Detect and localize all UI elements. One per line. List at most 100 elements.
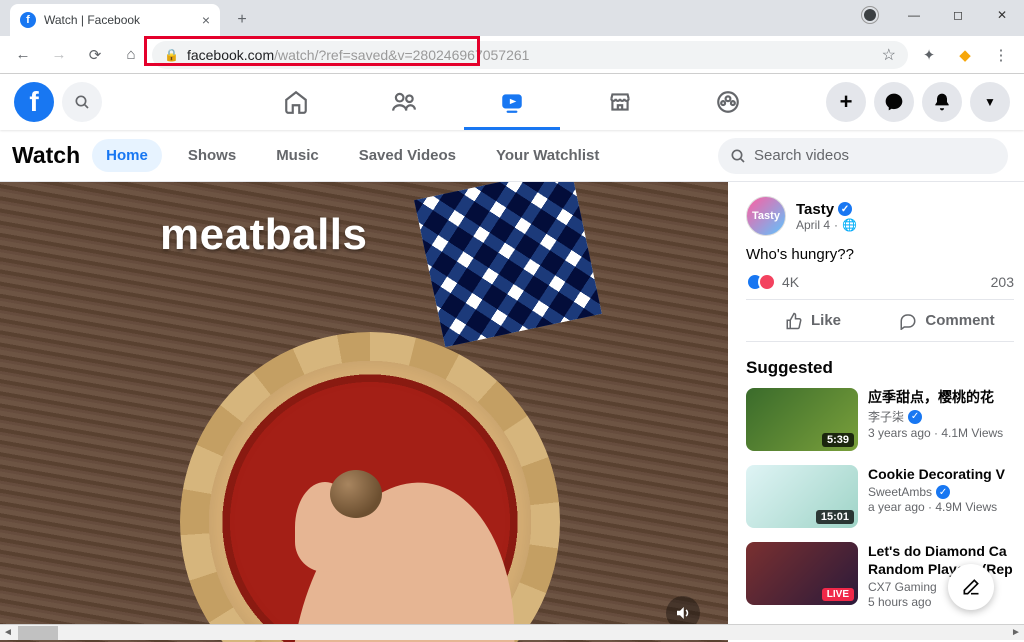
video-player[interactable]: meatballs bbox=[0, 182, 728, 642]
messenger-button[interactable] bbox=[874, 82, 914, 122]
tab-saved-videos[interactable]: Saved Videos bbox=[345, 139, 470, 172]
scroll-right-arrow-icon[interactable]: ► bbox=[1008, 627, 1024, 638]
search-placeholder: Search videos bbox=[754, 147, 849, 164]
suggested-thumbnail: 5:39 bbox=[746, 388, 858, 451]
tab-music[interactable]: Music bbox=[262, 139, 333, 172]
watch-icon bbox=[499, 89, 525, 115]
facebook-logo-icon[interactable]: f bbox=[14, 82, 54, 122]
tab-shows[interactable]: Shows bbox=[174, 139, 250, 172]
post-header: Tasty Tasty ✓ April 4· 🌐 bbox=[746, 196, 1024, 236]
home-button[interactable]: ⌂ bbox=[116, 40, 146, 70]
chrome-menu-icon[interactable]: ⋮ bbox=[986, 40, 1016, 70]
reactions-row[interactable]: 4K 203 bbox=[746, 273, 1014, 300]
bell-icon bbox=[932, 92, 952, 112]
star-bookmark-icon[interactable]: ☆ bbox=[882, 45, 896, 65]
horizontal-scrollbar[interactable]: ◄ ► bbox=[0, 624, 1024, 640]
new-tab-button[interactable]: + bbox=[228, 6, 256, 34]
content-row: meatballs Tasty Tasty ✓ April 4· 🌐 Who's… bbox=[0, 182, 1024, 642]
search-icon bbox=[74, 94, 90, 110]
url-bar[interactable]: 🔒 facebook.com/watch/?ref=saved&v=280246… bbox=[152, 41, 908, 69]
minimize-button[interactable]: — bbox=[892, 8, 936, 22]
suggested-info: Let's do Diamond Ca Random Players (Rep C… bbox=[868, 542, 1024, 609]
notifications-button[interactable] bbox=[922, 82, 962, 122]
like-button[interactable]: Like bbox=[746, 300, 880, 341]
suggested-info: 应季甜点，樱桃的花李子柒 ✓3 years ago · 4.1M Views bbox=[868, 388, 1024, 451]
live-badge: LIVE bbox=[822, 588, 854, 601]
verified-badge-icon: ✓ bbox=[908, 410, 922, 424]
verified-badge-icon: ✓ bbox=[838, 202, 852, 216]
close-tab-icon[interactable]: × bbox=[202, 12, 210, 28]
suggested-meta: 5 hours ago bbox=[868, 595, 1024, 609]
search-icon bbox=[730, 148, 746, 164]
suggested-meta: a year ago · 4.9M Views bbox=[868, 500, 1024, 514]
suggested-author: CX7 Gaming bbox=[868, 580, 1024, 594]
love-reaction-icon bbox=[758, 273, 776, 291]
close-window-button[interactable]: ✕ bbox=[980, 8, 1024, 22]
window-controls: — ◻ ✕ bbox=[892, 0, 1024, 30]
nav-home[interactable] bbox=[246, 74, 346, 130]
suggested-title: Cookie Decorating V bbox=[868, 465, 1024, 483]
header-right-buttons: + ▼ bbox=[826, 82, 1010, 122]
comment-button[interactable]: Comment bbox=[880, 300, 1014, 341]
suggested-author: 李子柒 ✓ bbox=[868, 408, 1024, 425]
create-button[interactable]: + bbox=[826, 82, 866, 122]
nav-groups[interactable] bbox=[678, 74, 778, 130]
scroll-thumb[interactable] bbox=[18, 626, 58, 640]
tab-watchlist[interactable]: Your Watchlist bbox=[482, 139, 613, 172]
header-search-button[interactable] bbox=[62, 82, 102, 122]
tab-home[interactable]: Home bbox=[92, 139, 162, 172]
marketplace-icon bbox=[607, 89, 633, 115]
extensions-icon[interactable]: ✦ bbox=[914, 40, 944, 70]
suggested-thumbnail: LIVE bbox=[746, 542, 858, 605]
nav-watch[interactable] bbox=[462, 74, 562, 130]
home-icon bbox=[283, 89, 309, 115]
video-prop-meatball bbox=[330, 470, 382, 518]
back-button[interactable]: ← bbox=[8, 40, 38, 70]
page-name-link[interactable]: Tasty ✓ bbox=[796, 201, 857, 218]
lock-icon: 🔒 bbox=[164, 48, 179, 62]
page-avatar[interactable]: Tasty bbox=[746, 196, 786, 236]
tab-title: Watch | Facebook bbox=[44, 13, 140, 27]
comment-icon bbox=[899, 312, 917, 330]
address-bar-row: ← → ⟳ ⌂ 🔒 facebook.com/watch/?ref=saved&… bbox=[0, 36, 1024, 74]
facebook-header: f + ▼ bbox=[0, 74, 1024, 130]
suggested-meta: 3 years ago · 4.1M Views bbox=[868, 426, 1024, 440]
reaction-count: 4K bbox=[782, 274, 799, 290]
post-timestamp[interactable]: April 4· 🌐 bbox=[796, 218, 857, 232]
nav-friends[interactable] bbox=[354, 74, 454, 130]
volume-icon bbox=[674, 604, 692, 622]
suggested-heading: Suggested bbox=[746, 358, 1024, 378]
friends-icon bbox=[391, 89, 417, 115]
watch-search-input[interactable]: Search videos bbox=[718, 138, 1008, 174]
suggested-title: Let's do Diamond Ca Random Players (Rep bbox=[868, 542, 1024, 578]
extension-pinned-icon[interactable]: ◆ bbox=[950, 40, 980, 70]
reload-button[interactable]: ⟳ bbox=[80, 40, 110, 70]
maximize-button[interactable]: ◻ bbox=[936, 8, 980, 22]
watch-subnav: Watch Home Shows Music Saved Videos Your… bbox=[0, 130, 1024, 182]
nav-marketplace[interactable] bbox=[570, 74, 670, 130]
suggested-author: SweetAmbs ✓ bbox=[868, 485, 1024, 499]
caret-down-icon: ▼ bbox=[984, 95, 996, 109]
profile-indicator-icon[interactable] bbox=[864, 9, 876, 21]
forward-button[interactable]: → bbox=[44, 40, 74, 70]
plus-icon: + bbox=[840, 89, 853, 115]
browser-tab[interactable]: f Watch | Facebook × bbox=[10, 4, 220, 36]
groups-icon bbox=[715, 89, 741, 115]
compose-icon bbox=[961, 577, 981, 597]
comment-count: 203 bbox=[991, 274, 1014, 290]
new-message-fab[interactable] bbox=[948, 564, 994, 610]
thumbs-up-icon bbox=[785, 312, 803, 330]
account-menu-button[interactable]: ▼ bbox=[970, 82, 1010, 122]
verified-badge-icon: ✓ bbox=[936, 485, 950, 499]
post-caption: Who's hungry?? bbox=[746, 246, 1018, 263]
suggested-item[interactable]: 15:01 Cookie Decorating V SweetAmbs ✓a yea… bbox=[746, 465, 1024, 528]
scroll-left-arrow-icon[interactable]: ◄ bbox=[0, 627, 16, 638]
watch-title: Watch bbox=[12, 142, 80, 169]
facebook-favicon-icon: f bbox=[20, 12, 36, 28]
video-duration: 15:01 bbox=[816, 510, 854, 524]
url-text: facebook.com/watch/?ref=saved&v=28024696… bbox=[187, 47, 530, 63]
video-overlay-text: meatballs bbox=[160, 210, 367, 260]
suggested-item[interactable]: 5:39应季甜点，樱桃的花李子柒 ✓3 years ago · 4.1M Vie… bbox=[746, 388, 1024, 451]
center-nav bbox=[246, 74, 778, 130]
messenger-icon bbox=[884, 92, 904, 112]
